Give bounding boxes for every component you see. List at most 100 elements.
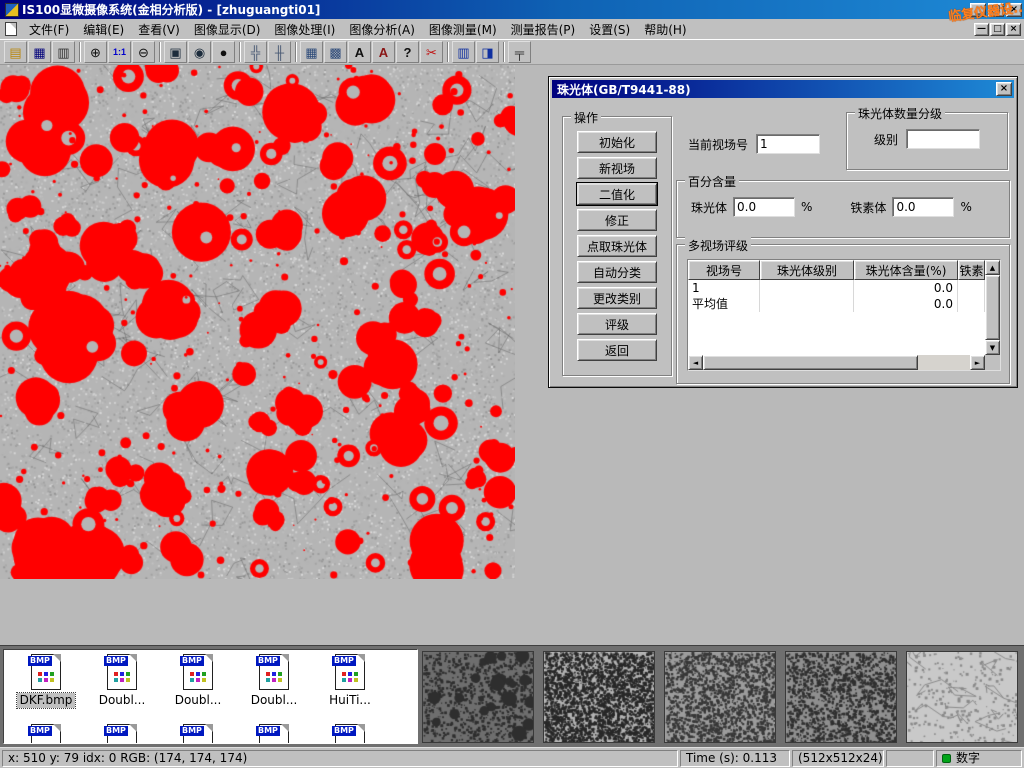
menu-item-7[interactable]: 测量报告(P) (504, 19, 583, 40)
file-item-1[interactable]: BMPDoubl... (84, 654, 160, 708)
toolbar-separator (239, 42, 241, 62)
text-annotate-icon[interactable]: A (348, 41, 371, 63)
horizontal-scroll-track[interactable] (703, 355, 970, 370)
menu-item-1[interactable]: 编辑(E) (76, 19, 131, 40)
file-item-row2-2[interactable]: BMP (160, 724, 236, 744)
op-button-6[interactable]: 更改类别 (577, 287, 657, 309)
close-button[interactable]: × (1006, 3, 1022, 17)
op-button-3[interactable]: 修正 (577, 209, 657, 231)
file-item-row2-1[interactable]: BMP (84, 724, 160, 744)
thumbnail-1[interactable] (422, 651, 534, 743)
toolbar-separator (447, 42, 449, 62)
scroll-up-icon[interactable]: ▲ (985, 260, 1000, 275)
thumbnail-2[interactable] (543, 651, 655, 743)
histogram-icon[interactable]: ▥ (452, 41, 475, 63)
header-pearlite-grade[interactable]: 珠光体级别 (760, 260, 854, 280)
capture-icon[interactable]: ● (212, 41, 235, 63)
op-button-5[interactable]: 自动分类 (577, 261, 657, 283)
op-button-0[interactable]: 初始化 (577, 131, 657, 153)
grid-icon[interactable]: ▦ (300, 41, 323, 63)
table-vertical-scrollbar[interactable]: ▲ ▼ (985, 260, 1000, 355)
zoom-in-icon[interactable]: ⊕ (84, 41, 107, 63)
mdi-close-button[interactable]: × (1006, 23, 1021, 36)
bmp-file-icon: BMP (335, 654, 365, 690)
bmp-file-icon: BMP (259, 724, 289, 744)
horizontal-scroll-thumb[interactable] (703, 355, 918, 370)
menu-item-9[interactable]: 帮助(H) (637, 19, 693, 40)
table-horizontal-scrollbar[interactable]: ◄ ► (688, 355, 985, 370)
scroll-down-icon[interactable]: ▼ (985, 340, 1000, 355)
file-item-row2-3[interactable]: BMP (236, 724, 312, 744)
maximize-button[interactable]: □ (988, 3, 1004, 17)
mdi-minimize-button[interactable]: — (974, 23, 989, 36)
current-view-input[interactable]: 1 (756, 134, 820, 154)
file-item-3[interactable]: BMPDoubl... (236, 654, 312, 708)
menu-item-4[interactable]: 图像处理(I) (267, 19, 342, 40)
percent-group-label: 百分含量 (685, 173, 739, 190)
status-cursor-position: x: 510 y: 79 idx: 0 RGB: (174, 174, 174) (2, 750, 678, 767)
document-icon[interactable] (5, 22, 17, 36)
video-icon[interactable]: ◉ (188, 41, 211, 63)
camera-icon[interactable]: ▣ (164, 41, 187, 63)
zoom-out-icon[interactable]: ⊖ (132, 41, 155, 63)
menu-item-5[interactable]: 图像分析(A) (342, 19, 422, 40)
file-item-2[interactable]: BMPDoubl... (160, 654, 236, 708)
file-item-0[interactable]: BMPDKF.bmp (8, 654, 84, 708)
scroll-right-icon[interactable]: ► (970, 355, 985, 370)
table-row[interactable]: 10.0 (688, 280, 985, 296)
scroll-left-icon[interactable]: ◄ (688, 355, 703, 370)
help-icon[interactable]: ? (396, 41, 419, 63)
measure-height-icon[interactable]: ╫ (268, 41, 291, 63)
op-button-4[interactable]: 点取珠光体 (577, 235, 657, 257)
file-item-row2-4[interactable]: BMP (312, 724, 388, 744)
header-view-number[interactable]: 视场号 (688, 260, 760, 280)
header-pearlite-content[interactable]: 珠光体含量(%) (854, 260, 958, 280)
app-window: IS100显微摄像系统(金相分析版) - [zhuguangti01] _ □ … (0, 0, 1024, 768)
file-item-row2-0[interactable]: BMP (8, 724, 84, 744)
menu-item-3[interactable]: 图像显示(D) (187, 19, 268, 40)
op-button-8[interactable]: 返回 (577, 339, 657, 361)
op-button-7[interactable]: 评级 (577, 313, 657, 335)
text-edit-icon[interactable]: A (372, 41, 395, 63)
toolbar-separator (79, 42, 81, 62)
table-row[interactable]: 平均值0.0 (688, 296, 985, 312)
minimize-button[interactable]: _ (970, 3, 986, 17)
measure-width-icon[interactable]: ╬ (244, 41, 267, 63)
dialog-close-button[interactable]: × (996, 82, 1012, 96)
mdi-restore-button[interactable]: □ (990, 23, 1005, 36)
menu-item-0[interactable]: 文件(F) (22, 19, 76, 40)
bmp-file-icon: BMP (31, 654, 61, 690)
cut-icon[interactable]: ✂ (420, 41, 443, 63)
thumbnail-4[interactable] (785, 651, 897, 743)
ferrite-input[interactable]: 0.0 (892, 197, 954, 217)
micrograph-image[interactable] (0, 65, 515, 579)
count-grid-icon[interactable]: ▩ (324, 41, 347, 63)
op-button-2[interactable]: 二值化 (577, 183, 657, 205)
vertical-scroll-thumb[interactable] (985, 275, 1000, 340)
print-icon[interactable]: ▥ (52, 41, 75, 63)
header-ferrite[interactable]: 铁素 (958, 260, 985, 280)
file-item-4[interactable]: BMP HuiTi... (312, 654, 388, 708)
caliper-icon[interactable]: ╤ (508, 41, 531, 63)
table-cell (760, 296, 854, 312)
menu-item-8[interactable]: 设置(S) (582, 19, 637, 40)
thumbnail-5[interactable] (906, 651, 1018, 743)
save-icon[interactable]: ▦ (28, 41, 51, 63)
open-file-icon[interactable]: ▤ (4, 41, 27, 63)
file-label: HuiTi... (326, 693, 374, 708)
actual-size-icon[interactable]: 1:1 (108, 41, 131, 63)
dialog-title-bar[interactable]: 珠光体(GB/T9441-88) × (552, 80, 1014, 98)
bmp-icon-pixels (342, 672, 346, 676)
title-bar[interactable]: IS100显微摄像系统(金相分析版) - [zhuguangti01] _ □ … (0, 0, 1024, 19)
op-button-1[interactable]: 新视场 (577, 157, 657, 179)
pearlite-input[interactable]: 0.0 (733, 197, 795, 217)
menu-item-2[interactable]: 查看(V) (131, 19, 187, 40)
file-label: Doubl... (248, 693, 301, 708)
palette-icon[interactable]: ◨ (476, 41, 499, 63)
actual-size-icon-glyph: 1:1 (113, 48, 126, 57)
thumbnail-3[interactable] (664, 651, 776, 743)
grade-input[interactable] (906, 129, 980, 149)
bmp-badge: BMP (180, 726, 204, 736)
menu-item-6[interactable]: 图像测量(M) (422, 19, 504, 40)
file-browser[interactable]: BMPDKF.bmpBMPDoubl...BMPDoubl...BMPDoubl… (3, 649, 418, 744)
